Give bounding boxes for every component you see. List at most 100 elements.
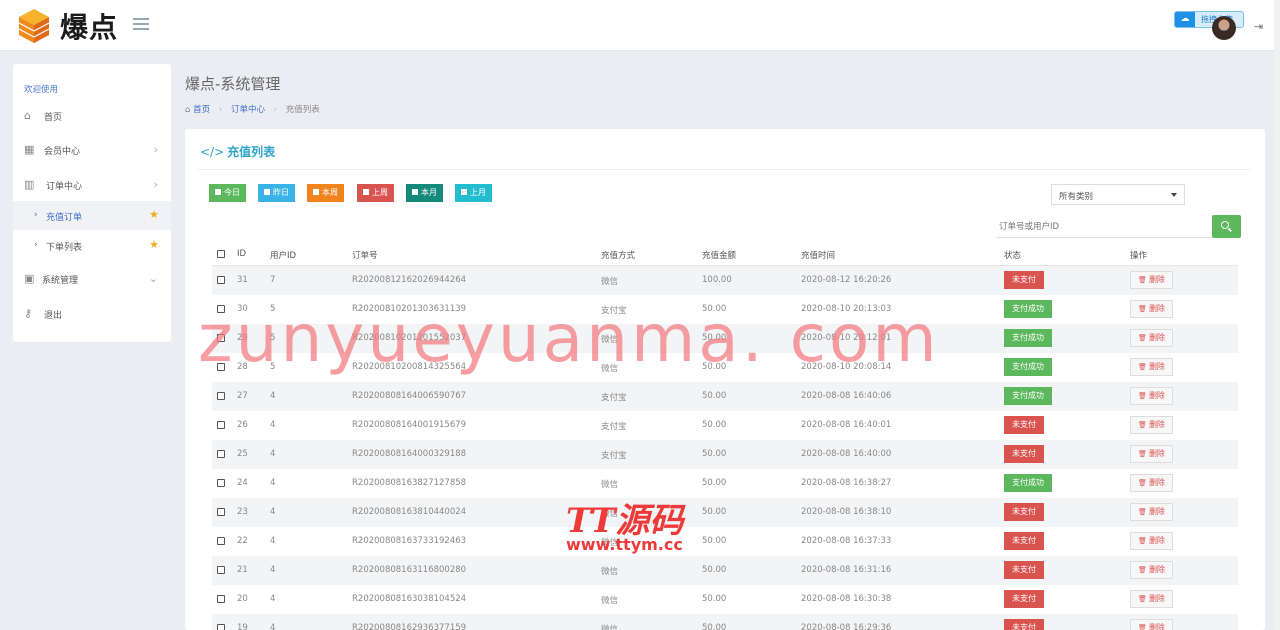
delete-label: 删除 bbox=[1148, 623, 1165, 630]
chevron-right-icon: › bbox=[34, 210, 38, 220]
delete-label: 删除 bbox=[1148, 565, 1165, 574]
recharge-list-panel: </>充值列表 今日 昨日 本周 上周 本月 上月 所有类别 ID 用户ID 订单号 充值… bbox=[185, 129, 1265, 630]
sidebar-item-members[interactable]: ▦ 会员中心 › bbox=[13, 134, 171, 164]
filter-button[interactable]: 昨日 bbox=[258, 184, 295, 202]
delete-button[interactable]: 🗑 删除 bbox=[1130, 300, 1173, 318]
column-header: 充值金额 bbox=[702, 251, 737, 261]
table-cell-id: 27 bbox=[237, 391, 248, 401]
delete-button[interactable]: 🗑 删除 bbox=[1130, 358, 1173, 376]
status-badge[interactable]: 未支付 bbox=[1004, 590, 1044, 608]
row-checkbox[interactable] bbox=[217, 479, 225, 487]
row-checkbox[interactable] bbox=[217, 392, 225, 400]
status-badge[interactable]: 支付成功 bbox=[1004, 474, 1052, 492]
square-icon bbox=[313, 189, 319, 195]
logout-icon[interactable]: ⇥ bbox=[1254, 20, 1266, 33]
delete-button[interactable]: 🗑 删除 bbox=[1130, 503, 1173, 521]
menu-toggle-icon[interactable] bbox=[133, 18, 149, 32]
table-cell-id: 30 bbox=[237, 304, 248, 314]
sidebar-item-system[interactable]: ▣ 系统管理 ⌄ bbox=[13, 263, 171, 293]
delete-button[interactable]: 🗑 删除 bbox=[1130, 561, 1173, 579]
delete-button[interactable]: 🗑 删除 bbox=[1130, 387, 1173, 405]
logo-cube-icon bbox=[18, 9, 50, 43]
table-cell-method: 微信 bbox=[601, 480, 619, 490]
row-checkbox[interactable] bbox=[217, 363, 225, 371]
row-checkbox[interactable] bbox=[217, 566, 225, 574]
square-icon bbox=[461, 189, 467, 195]
table-cell-amount: 50.00 bbox=[702, 478, 727, 488]
delete-label: 删除 bbox=[1148, 391, 1165, 400]
table-cell-amount: 50.00 bbox=[702, 623, 727, 630]
delete-button[interactable]: 🗑 删除 bbox=[1130, 445, 1173, 463]
sidebar-item-home[interactable]: ⌂ 首页 bbox=[13, 100, 171, 130]
sidebar-welcome: 欢迎使用 bbox=[24, 85, 59, 95]
status-badge[interactable]: 未支付 bbox=[1004, 416, 1044, 434]
table-cell-uid: 4 bbox=[270, 623, 276, 630]
row-checkbox[interactable] bbox=[217, 450, 225, 458]
cloud-icon: ☁ bbox=[1175, 12, 1195, 27]
avatar[interactable] bbox=[1212, 16, 1236, 40]
status-badge[interactable]: 支付成功 bbox=[1004, 329, 1052, 347]
filter-button[interactable]: 今日 bbox=[209, 184, 246, 202]
sidebar-item-orders[interactable]: ▥ 订单中心 › bbox=[13, 169, 171, 199]
delete-button[interactable]: 🗑 删除 bbox=[1130, 474, 1173, 492]
breadcrumb-home[interactable]: 首页 bbox=[193, 105, 210, 115]
sidebar-subitem-recharge-orders[interactable]: › 充值订单 ★ bbox=[13, 201, 171, 230]
filter-button[interactable]: 本周 bbox=[307, 184, 344, 202]
table-cell-time: 2020-08-10 20:12:01 bbox=[801, 333, 892, 343]
sidebar-item-logout[interactable]: ⚷ 退出 bbox=[13, 298, 171, 328]
status-badge[interactable]: 未支付 bbox=[1004, 445, 1044, 463]
delete-button[interactable]: 🗑 删除 bbox=[1130, 271, 1173, 289]
row-checkbox[interactable] bbox=[217, 334, 225, 342]
star-icon: ★ bbox=[149, 238, 159, 251]
status-badge[interactable]: 未支付 bbox=[1004, 619, 1044, 630]
row-checkbox[interactable] bbox=[217, 595, 225, 603]
sidebar: 欢迎使用 ⌂ 首页 ▦ 会员中心 › ▥ 订单中心 › › 充值订单 ★ › 下… bbox=[13, 64, 171, 342]
delete-button[interactable]: 🗑 删除 bbox=[1130, 532, 1173, 550]
filter-button[interactable]: 本月 bbox=[406, 184, 443, 202]
delete-button[interactable]: 🗑 删除 bbox=[1130, 619, 1173, 630]
chevron-right-icon: › bbox=[153, 143, 158, 156]
row-checkbox[interactable] bbox=[217, 305, 225, 313]
select-all-checkbox[interactable] bbox=[217, 250, 225, 258]
column-header: ID bbox=[237, 249, 247, 259]
star-icon: ★ bbox=[149, 208, 159, 221]
row-checkbox[interactable] bbox=[217, 624, 225, 630]
delete-button[interactable]: 🗑 删除 bbox=[1130, 329, 1173, 347]
status-badge[interactable]: 未支付 bbox=[1004, 561, 1044, 579]
trash-icon: 🗑 bbox=[1138, 508, 1147, 516]
status-badge[interactable]: 支付成功 bbox=[1004, 358, 1052, 376]
row-checkbox[interactable] bbox=[217, 421, 225, 429]
row-checkbox[interactable] bbox=[217, 508, 225, 516]
breadcrumb-current: 充值列表 bbox=[285, 105, 320, 115]
table-cell-uid: 4 bbox=[270, 391, 276, 401]
table-row: 25 4 R20200808164000329188 支付宝 50.00 2020-08-… bbox=[212, 440, 1238, 469]
search-button[interactable] bbox=[1212, 215, 1241, 238]
table-cell-order: R20200810200814325564 bbox=[352, 362, 467, 372]
home-icon: ⌂ bbox=[24, 109, 31, 122]
table-cell-uid: 4 bbox=[270, 449, 276, 459]
row-checkbox[interactable] bbox=[217, 537, 225, 545]
search-icon bbox=[1221, 221, 1229, 229]
status-badge[interactable]: 未支付 bbox=[1004, 271, 1044, 289]
table-cell-method: 支付宝 bbox=[601, 422, 627, 432]
table-cell-time: 2020-08-08 16:40:00 bbox=[801, 449, 892, 459]
breadcrumb-section[interactable]: 订单中心 bbox=[231, 105, 265, 115]
type-select[interactable]: 所有类别 bbox=[1051, 184, 1185, 205]
table-cell-uid: 7 bbox=[270, 275, 276, 285]
sidebar-subitem-order-list[interactable]: › 下单列表 ★ bbox=[13, 231, 171, 260]
status-badge[interactable]: 未支付 bbox=[1004, 532, 1044, 550]
status-badge[interactable]: 支付成功 bbox=[1004, 300, 1052, 318]
status-badge[interactable]: 未支付 bbox=[1004, 503, 1044, 521]
table-cell-amount: 100.00 bbox=[702, 275, 732, 285]
filter-button[interactable]: 上周 bbox=[357, 184, 394, 202]
scrollbar[interactable] bbox=[1274, 0, 1280, 630]
filter-button[interactable]: 上月 bbox=[455, 184, 492, 202]
row-checkbox[interactable] bbox=[217, 276, 225, 284]
table-cell-order: R20200808163116800280 bbox=[352, 565, 467, 575]
table-cell-uid: 4 bbox=[270, 594, 276, 604]
delete-button[interactable]: 🗑 删除 bbox=[1130, 416, 1173, 434]
search-input[interactable] bbox=[997, 216, 1211, 238]
breadcrumb-separator: › bbox=[218, 105, 223, 115]
status-badge[interactable]: 支付成功 bbox=[1004, 387, 1052, 405]
delete-button[interactable]: 🗑 删除 bbox=[1130, 590, 1173, 608]
